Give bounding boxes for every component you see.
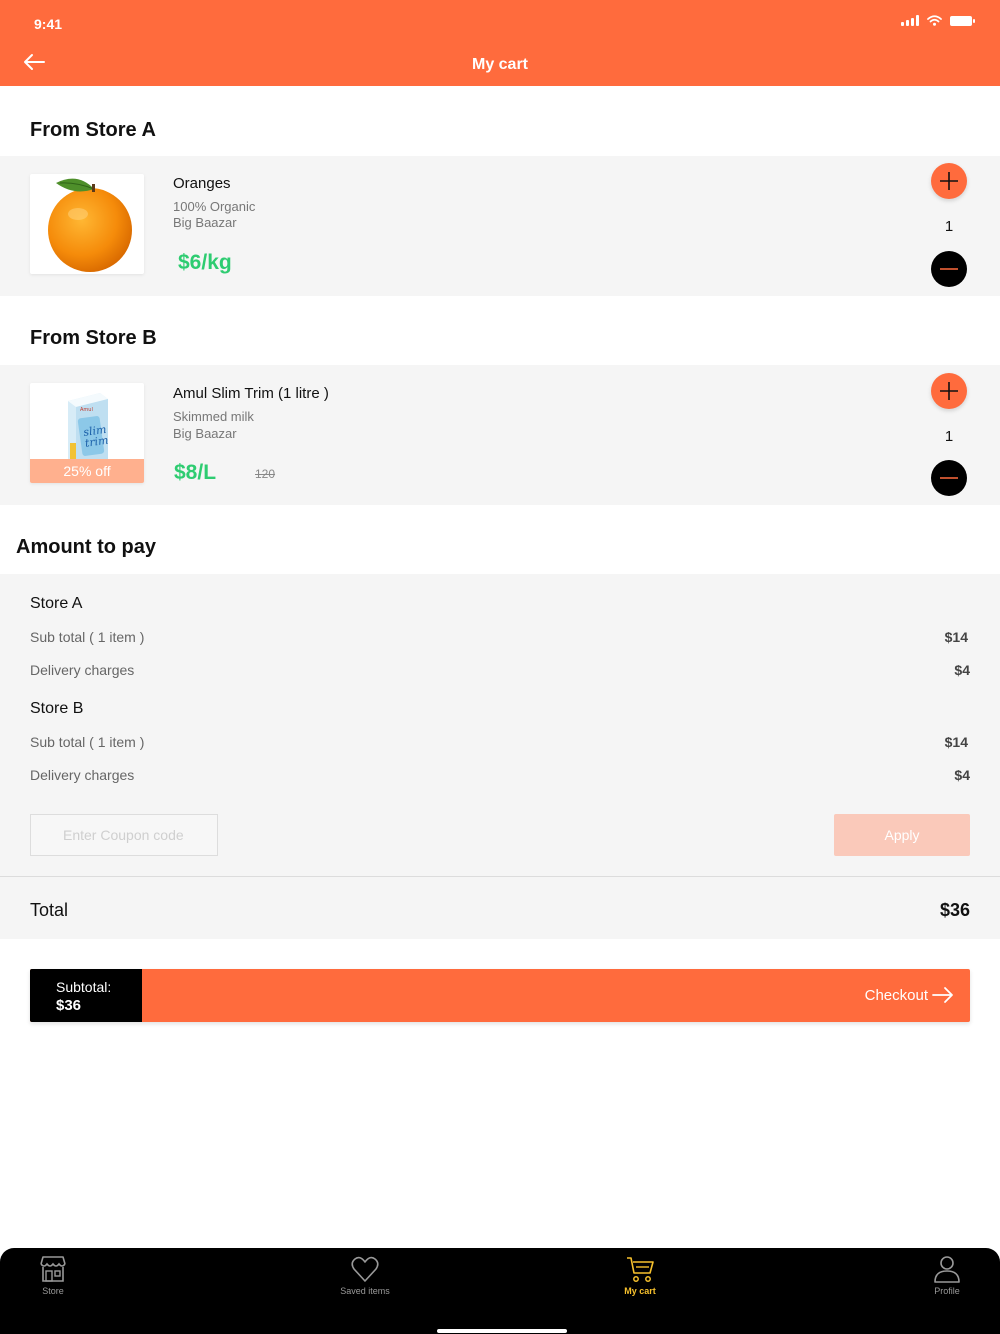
store-icon	[40, 1256, 66, 1282]
amount-heading: Amount to pay	[16, 536, 156, 558]
apply-coupon-button[interactable]: Apply	[834, 814, 970, 856]
store-a-subtotal-label: Sub total ( 1 item )	[30, 629, 145, 645]
bottom-navigation: Store Saved items My cart Profile	[0, 1248, 1000, 1334]
plus-icon	[940, 382, 958, 400]
checkout-subtotal-label: Subtotal:	[56, 979, 112, 995]
item-price: $8/L	[174, 461, 217, 484]
cart-item-oranges: Oranges 100% Organic Big Baazar $6/kg 1	[0, 156, 1000, 296]
item-detail: Skimmed milk	[173, 409, 254, 424]
cart-icon	[627, 1257, 654, 1282]
minus-icon	[940, 477, 958, 479]
item-seller: Big Baazar	[173, 426, 237, 441]
item-detail: 100% Organic	[173, 199, 256, 214]
item-name: Amul Slim Trim (1 litre )	[173, 385, 329, 402]
discount-badge: 25% off	[30, 459, 144, 483]
battery-icon	[950, 15, 975, 26]
nav-store-label: Store	[42, 1286, 64, 1296]
nav-my-cart[interactable]: My cart	[600, 1254, 680, 1296]
arrow-right-icon	[932, 987, 953, 1003]
store-b-delivery-value: $4	[954, 767, 970, 783]
minus-icon	[940, 268, 958, 270]
total-label: Total	[30, 900, 69, 920]
user-icon	[934, 1256, 960, 1283]
checkout-subtotal: Subtotal: $36	[30, 969, 142, 1022]
milk-carton-image: slim trim Amul 25% off	[30, 383, 144, 483]
home-indicator	[437, 1329, 567, 1333]
nav-saved-items[interactable]: Saved items	[325, 1254, 405, 1296]
amount-panel: Store A Sub total ( 1 item ) $14 Deliver…	[0, 574, 1000, 939]
svg-text:Amul: Amul	[80, 407, 93, 413]
divider	[0, 876, 1000, 877]
heart-icon	[351, 1256, 379, 1282]
status-time: 9:41	[34, 16, 63, 32]
page-title: My cart	[471, 56, 529, 73]
item-seller: Big Baazar	[173, 215, 237, 230]
total-value: $36	[939, 900, 970, 920]
item-price: $6/kg	[178, 251, 232, 274]
cart-item-milk: slim trim Amul 25% off Amul Slim Trim (1…	[0, 365, 1000, 505]
store-a-delivery-value: $4	[954, 662, 970, 678]
store-b-subtotal-label: Sub total ( 1 item )	[30, 734, 145, 750]
app-header: 9:41 My cart	[0, 0, 1000, 86]
store-b-label: Store B	[30, 700, 84, 717]
checkout-label: Checkout	[864, 987, 928, 1004]
status-icons	[901, 15, 975, 26]
nav-store[interactable]: Store	[13, 1254, 93, 1296]
checkout-button[interactable]: Subtotal: $36 Checkout	[30, 969, 970, 1022]
increase-quantity-button[interactable]	[931, 373, 967, 409]
coupon-code-input[interactable]	[30, 814, 218, 856]
quantity-value: 1	[944, 428, 954, 445]
nav-saved-items-label: Saved items	[340, 1286, 390, 1296]
item-name: Oranges	[173, 175, 231, 192]
store-a-delivery-label: Delivery charges	[30, 662, 135, 678]
increase-quantity-button[interactable]	[931, 163, 967, 199]
decrease-quantity-button[interactable]	[931, 251, 967, 287]
plus-icon	[940, 172, 958, 190]
nav-profile-label: Profile	[934, 1286, 960, 1296]
signal-icon	[901, 15, 919, 26]
quantity-value: 1	[944, 218, 954, 235]
store-b-heading: From Store B	[30, 327, 157, 349]
store-a-subtotal-value: $14	[944, 629, 968, 645]
store-a-label: Store A	[30, 595, 83, 612]
store-b-subtotal-value: $14	[944, 734, 968, 750]
store-b-delivery-label: Delivery charges	[30, 767, 135, 783]
decrease-quantity-button[interactable]	[931, 460, 967, 496]
nav-profile[interactable]: Profile	[907, 1254, 987, 1296]
checkout-subtotal-value: $36	[56, 997, 82, 1014]
orange-image	[30, 174, 144, 274]
store-a-heading: From Store A	[30, 119, 156, 141]
wifi-icon	[927, 15, 942, 26]
item-old-price: 120	[255, 467, 276, 481]
nav-my-cart-label: My cart	[624, 1286, 656, 1296]
